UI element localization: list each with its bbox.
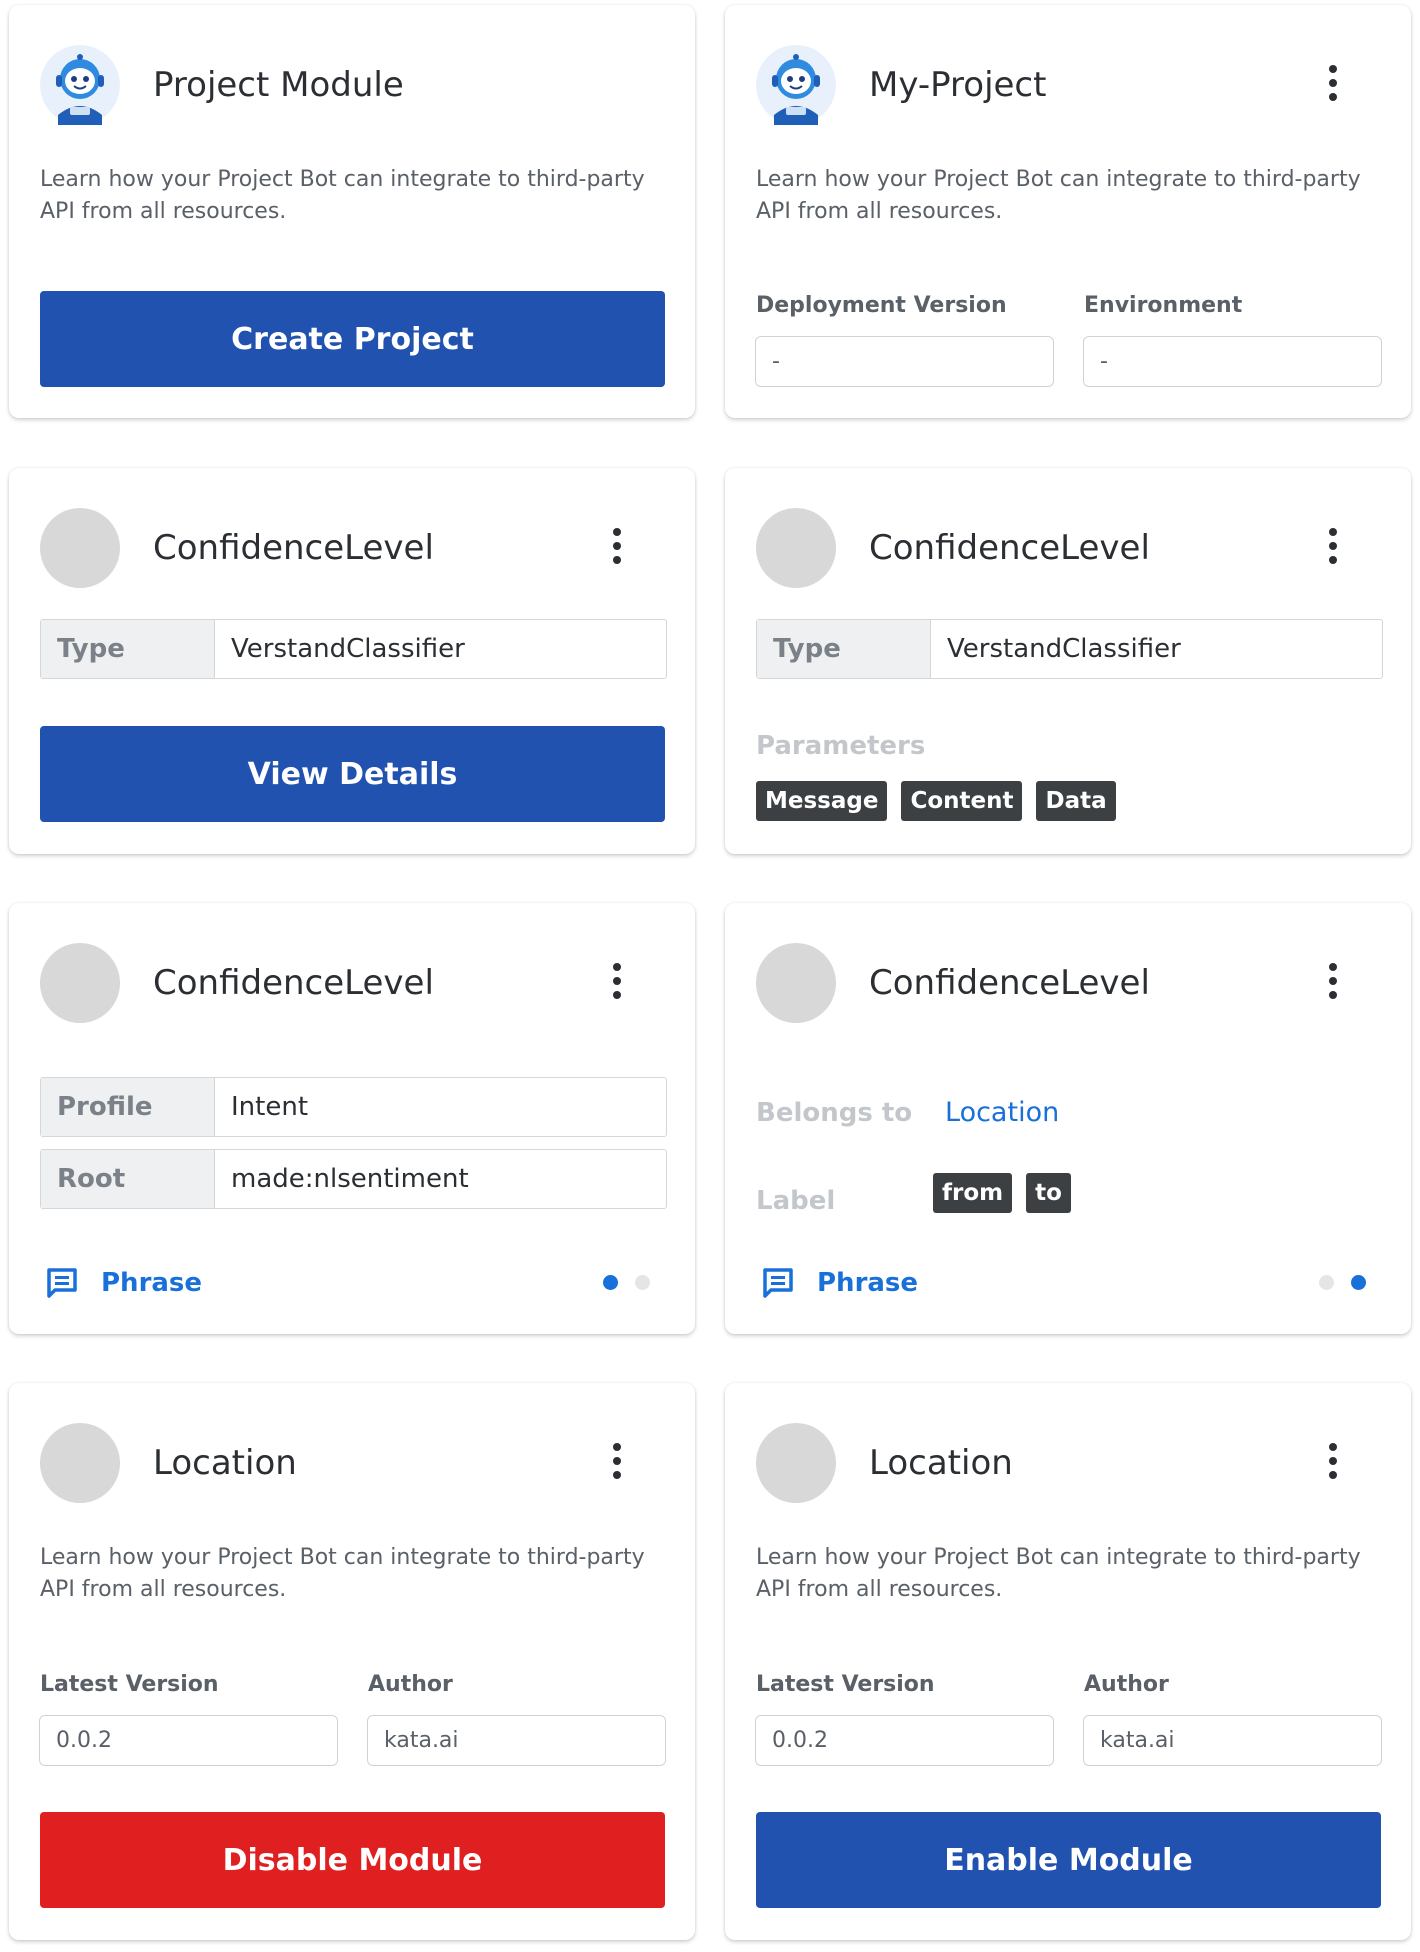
card-title: Project Module bbox=[153, 65, 404, 105]
robot-avatar-icon bbox=[40, 45, 120, 125]
parameters-label: Parameters bbox=[756, 731, 926, 761]
confidence-level-card: ConfidenceLevel Belongs to Location Labe… bbox=[725, 903, 1411, 1334]
deployment-version-label: Deployment Version bbox=[756, 293, 1007, 318]
root-value: made:nlsentiment bbox=[231, 1164, 469, 1194]
card-description: Learn how your Project Bot can integrate… bbox=[756, 1545, 1361, 1602]
project-module-card: Project Module Learn how your Project Bo… bbox=[9, 5, 695, 418]
latest-version-field[interactable]: 0.0.2 bbox=[755, 1715, 1054, 1766]
author-field[interactable]: kata.ai bbox=[367, 1715, 666, 1766]
card-description: Learn how your Project Bot can integrate… bbox=[40, 167, 645, 224]
type-row: Type VerstandClassifier bbox=[756, 619, 1383, 679]
pagination-dot[interactable] bbox=[1319, 1275, 1334, 1290]
card-title: ConfidenceLevel bbox=[153, 528, 434, 568]
environment-label: Environment bbox=[1084, 293, 1243, 318]
belongs-to-label: Belongs to bbox=[756, 1098, 913, 1128]
card-title: Location bbox=[153, 1443, 297, 1483]
label-chip: from bbox=[933, 1173, 1013, 1213]
pagination-dot[interactable] bbox=[635, 1275, 650, 1290]
root-key: Root bbox=[41, 1150, 215, 1208]
root-row: Root made:nlsentiment bbox=[40, 1149, 667, 1209]
label-label: Label bbox=[756, 1186, 836, 1216]
type-value: VerstandClassifier bbox=[947, 634, 1181, 664]
author-label: Author bbox=[368, 1672, 453, 1697]
robot-avatar-icon bbox=[756, 45, 836, 125]
latest-version-label: Latest Version bbox=[40, 1672, 219, 1697]
disable-module-button[interactable]: Disable Module bbox=[40, 1812, 665, 1908]
card-title: Location bbox=[869, 1443, 1013, 1483]
phrase-link[interactable]: Phrase bbox=[761, 1266, 918, 1300]
author-label: Author bbox=[1084, 1672, 1169, 1697]
more-vertical-icon[interactable] bbox=[1325, 963, 1341, 1003]
avatar bbox=[40, 943, 120, 1023]
avatar bbox=[756, 1423, 836, 1503]
more-vertical-icon[interactable] bbox=[609, 963, 625, 1003]
avatar bbox=[40, 508, 120, 588]
profile-value: Intent bbox=[231, 1092, 309, 1122]
more-vertical-icon[interactable] bbox=[1325, 528, 1341, 568]
location-module-card: Location Learn how your Project Bot can … bbox=[725, 1383, 1411, 1940]
parameter-chip: Message bbox=[756, 781, 888, 821]
author-field[interactable]: kata.ai bbox=[1083, 1715, 1382, 1766]
more-vertical-icon[interactable] bbox=[1325, 1443, 1341, 1483]
location-module-card: Location Learn how your Project Bot can … bbox=[9, 1383, 695, 1940]
confidence-level-card: ConfidenceLevel Type VerstandClassifier … bbox=[725, 468, 1411, 854]
environment-field[interactable]: - bbox=[1083, 336, 1382, 387]
card-description: Learn how your Project Bot can integrate… bbox=[40, 1545, 645, 1602]
parameter-chips: Message Content Data bbox=[756, 781, 1130, 821]
enable-module-button[interactable]: Enable Module bbox=[756, 1812, 1381, 1908]
pagination-dot-active[interactable] bbox=[603, 1275, 618, 1290]
card-description: Learn how your Project Bot can integrate… bbox=[756, 167, 1361, 224]
avatar bbox=[756, 508, 836, 588]
phrase-link[interactable]: Phrase bbox=[45, 1266, 202, 1300]
parameter-chip: Content bbox=[901, 781, 1023, 821]
chat-message-icon bbox=[763, 1268, 793, 1298]
type-value: VerstandClassifier bbox=[231, 634, 465, 664]
avatar bbox=[40, 1423, 120, 1503]
card-title: ConfidenceLevel bbox=[153, 963, 434, 1003]
chat-message-icon bbox=[47, 1268, 77, 1298]
more-vertical-icon[interactable] bbox=[609, 528, 625, 568]
more-vertical-icon[interactable] bbox=[609, 1443, 625, 1483]
pagination-dot-active[interactable] bbox=[1351, 1275, 1366, 1290]
type-row: Type VerstandClassifier bbox=[40, 619, 667, 679]
deployment-version-field[interactable]: - bbox=[755, 336, 1054, 387]
card-title: ConfidenceLevel bbox=[869, 528, 1150, 568]
view-details-button[interactable]: View Details bbox=[40, 726, 665, 822]
card-title: ConfidenceLevel bbox=[869, 963, 1150, 1003]
pagination-dots bbox=[603, 1275, 667, 1290]
phrase-label: Phrase bbox=[101, 1268, 203, 1298]
label-chips: from to bbox=[933, 1173, 1085, 1213]
parameter-chip: Data bbox=[1036, 781, 1116, 821]
avatar bbox=[756, 943, 836, 1023]
type-key: Type bbox=[41, 620, 215, 678]
create-project-button[interactable]: Create Project bbox=[40, 291, 665, 387]
confidence-level-card: ConfidenceLevel Profile Intent Root made… bbox=[9, 903, 695, 1334]
phrase-label: Phrase bbox=[817, 1268, 919, 1298]
my-project-card: My-Project Learn how your Project Bot ca… bbox=[725, 5, 1411, 418]
profile-key: Profile bbox=[41, 1078, 215, 1136]
label-chip: to bbox=[1026, 1173, 1071, 1213]
type-key: Type bbox=[757, 620, 931, 678]
pagination-dots bbox=[1319, 1275, 1383, 1290]
card-title: My-Project bbox=[869, 65, 1047, 105]
profile-row: Profile Intent bbox=[40, 1077, 667, 1137]
confidence-level-card: ConfidenceLevel Type VerstandClassifier … bbox=[9, 468, 695, 854]
belongs-to-link[interactable]: Location bbox=[945, 1097, 1059, 1128]
latest-version-label: Latest Version bbox=[756, 1672, 935, 1697]
more-vertical-icon[interactable] bbox=[1325, 65, 1341, 105]
latest-version-field[interactable]: 0.0.2 bbox=[39, 1715, 338, 1766]
